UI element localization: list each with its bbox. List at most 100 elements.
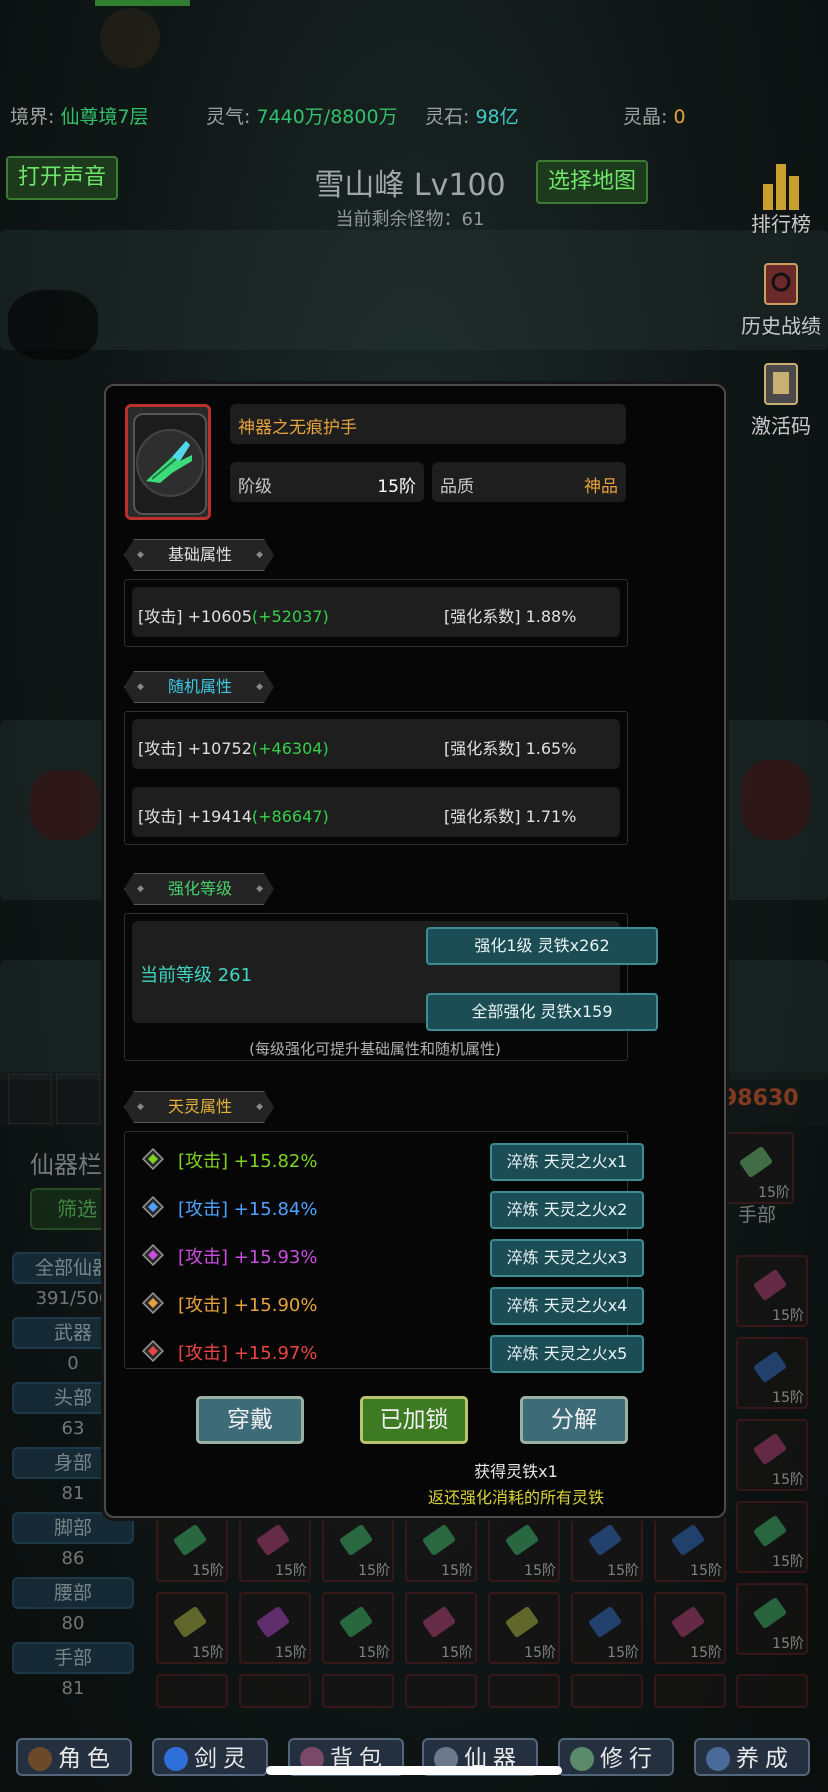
refine-button-3[interactable]: 淬炼 天灵之火x3 bbox=[490, 1239, 644, 1277]
develop-icon bbox=[706, 1747, 730, 1771]
purple-gem-icon bbox=[142, 1244, 164, 1266]
attr-value: [攻击] +10752 bbox=[138, 739, 252, 758]
category-hand[interactable]: 手部 81 bbox=[12, 1642, 134, 1706]
category-count: 80 bbox=[61, 1613, 85, 1634]
refine-button-4[interactable]: 淬炼 天灵之火x4 bbox=[490, 1287, 644, 1325]
red-plant bbox=[740, 760, 810, 840]
spirit-attr-text: [攻击] +15.93% bbox=[178, 1247, 318, 1268]
refine-button-5[interactable]: 淬炼 天灵之火x5 bbox=[490, 1335, 644, 1373]
item-slot[interactable]: 15阶 bbox=[322, 1592, 394, 1664]
item-slot[interactable]: 15阶 bbox=[156, 1510, 228, 1582]
item-slot[interactable] bbox=[488, 1674, 560, 1708]
item-slot[interactable]: 15阶 bbox=[239, 1592, 311, 1664]
item-slot[interactable] bbox=[405, 1674, 477, 1708]
map-title: 雪山峰 Lv100 bbox=[314, 168, 506, 203]
item-slot[interactable]: 15阶 bbox=[488, 1510, 560, 1582]
ranking-button[interactable]: 排行榜 bbox=[731, 160, 828, 237]
scroll-icon bbox=[761, 362, 801, 406]
attr-value: [攻击] +19414 bbox=[138, 807, 252, 826]
item-slot[interactable]: 15阶 bbox=[736, 1583, 808, 1655]
cultivation-icon bbox=[570, 1747, 594, 1771]
item-slot[interactable]: 15阶 bbox=[405, 1510, 477, 1582]
slot-level: 15阶 bbox=[524, 1563, 556, 1579]
item-slot[interactable] bbox=[239, 1674, 311, 1708]
random-attrs-tag: 随机属性 bbox=[124, 671, 274, 703]
realm-label: 境界: bbox=[10, 106, 55, 128]
sound-toggle-button[interactable]: 打开声音 bbox=[6, 156, 119, 200]
select-map-button[interactable]: 选择地图 bbox=[536, 160, 649, 204]
stone-status: 灵石: 98亿 bbox=[425, 102, 519, 129]
hand-label: 手部 bbox=[738, 1204, 777, 1226]
item-detail-modal: 神器之无痕护手 阶级 15阶 品质 神品 基础属性 [攻击] +10605(+5… bbox=[104, 384, 726, 1518]
decompose-gain: 获得灵铁x1 bbox=[474, 1462, 558, 1481]
item-slot[interactable]: 15阶 bbox=[571, 1510, 643, 1582]
wear-button[interactable]: 穿戴 bbox=[196, 1396, 304, 1444]
attr-coefficient: [强化系数] 1.88% bbox=[444, 607, 577, 626]
spirit-attr-text: [攻击] +15.82% bbox=[178, 1151, 318, 1172]
blue-gem-icon bbox=[142, 1196, 164, 1218]
ranking-label: 排行榜 bbox=[751, 212, 811, 236]
item-slot[interactable] bbox=[322, 1674, 394, 1708]
slot-level: 15阶 bbox=[524, 1645, 556, 1661]
locked-button[interactable]: 已加锁 bbox=[360, 1396, 468, 1444]
nav-character[interactable]: 角色 bbox=[16, 1738, 132, 1776]
refine-button-2[interactable]: 淬炼 天灵之火x2 bbox=[490, 1191, 644, 1229]
character-icon bbox=[28, 1747, 52, 1771]
home-indicator[interactable] bbox=[266, 1766, 562, 1775]
equipped-hand-slot[interactable]: 15阶 bbox=[722, 1132, 794, 1204]
nav-cultivation[interactable]: 修行 bbox=[558, 1738, 674, 1776]
item-slot[interactable]: 15阶 bbox=[405, 1592, 477, 1664]
item-slot[interactable]: 15阶 bbox=[571, 1592, 643, 1664]
realm-status: 境界: 仙尊境7层 bbox=[10, 102, 149, 129]
category-waist[interactable]: 腰部 80 bbox=[12, 1577, 134, 1641]
item-slot[interactable] bbox=[736, 1674, 808, 1708]
equip-mini-slot[interactable] bbox=[8, 1074, 52, 1124]
red-gem-icon bbox=[142, 1340, 164, 1362]
item-slot[interactable]: 15阶 bbox=[736, 1419, 808, 1491]
qi-value: 7440万/8800万 bbox=[256, 106, 398, 128]
activation-code-button[interactable]: 激活码 bbox=[731, 362, 828, 439]
item-slot[interactable]: 15阶 bbox=[736, 1501, 808, 1573]
refine-button-1[interactable]: 淬炼 天灵之火x1 bbox=[490, 1143, 644, 1181]
equip-mini-slot[interactable] bbox=[56, 1074, 100, 1124]
gauntlet-icon bbox=[146, 441, 192, 483]
spirit-attr-text: [攻击] +15.84% bbox=[178, 1199, 318, 1220]
bar-chart-icon bbox=[761, 160, 801, 210]
spirit-attr-text: [攻击] +15.97% bbox=[178, 1343, 318, 1364]
item-slot[interactable] bbox=[156, 1674, 228, 1708]
item-slot[interactable] bbox=[654, 1674, 726, 1708]
decompose-button[interactable]: 分解 bbox=[520, 1396, 628, 1444]
realm-value: 仙尊境7层 bbox=[60, 106, 149, 128]
item-name: 神器之无痕护手 bbox=[238, 418, 357, 438]
slot-level: 15阶 bbox=[192, 1563, 224, 1579]
item-name-panel: 神器之无痕护手 bbox=[230, 404, 626, 444]
slot-level: 15阶 bbox=[690, 1563, 722, 1579]
slot-level: 15阶 bbox=[275, 1645, 307, 1661]
enhance-one-button[interactable]: 强化1级 灵铁x262 bbox=[426, 927, 658, 965]
random-attr-row: [攻击] +19414(+86647) [强化系数] 1.71% bbox=[132, 787, 620, 837]
crystal-status: 灵晶: 0 bbox=[623, 102, 686, 129]
item-slot[interactable]: 15阶 bbox=[736, 1255, 808, 1327]
slot-level: 15阶 bbox=[192, 1645, 224, 1661]
nav-sword-spirit[interactable]: 剑灵 bbox=[152, 1738, 268, 1776]
item-slot[interactable]: 15阶 bbox=[156, 1592, 228, 1664]
item-slot[interactable] bbox=[571, 1674, 643, 1708]
basic-attrs-tag: 基础属性 bbox=[124, 539, 274, 571]
enhance-all-button[interactable]: 全部强化 灵铁x159 bbox=[426, 993, 658, 1031]
category-count: 86 bbox=[61, 1548, 85, 1569]
item-slot[interactable]: 15阶 bbox=[488, 1592, 560, 1664]
item-slot[interactable]: 15阶 bbox=[239, 1510, 311, 1582]
slot-level: 15阶 bbox=[607, 1563, 639, 1579]
nav-label: 养成 bbox=[736, 1746, 794, 1772]
grade-panel: 阶级 15阶 bbox=[230, 462, 424, 502]
grade-value: 15阶 bbox=[377, 477, 416, 497]
item-slot[interactable]: 15阶 bbox=[736, 1337, 808, 1409]
orange-gem-icon bbox=[142, 1292, 164, 1314]
item-slot[interactable]: 15阶 bbox=[322, 1510, 394, 1582]
item-slot[interactable]: 15阶 bbox=[654, 1510, 726, 1582]
item-slot[interactable]: 15阶 bbox=[654, 1592, 726, 1664]
nav-develop[interactable]: 养成 bbox=[694, 1738, 810, 1776]
category-feet[interactable]: 脚部 86 bbox=[12, 1512, 134, 1576]
history-button[interactable]: 历史战绩 bbox=[731, 262, 828, 339]
slot-level: 15阶 bbox=[358, 1645, 390, 1661]
